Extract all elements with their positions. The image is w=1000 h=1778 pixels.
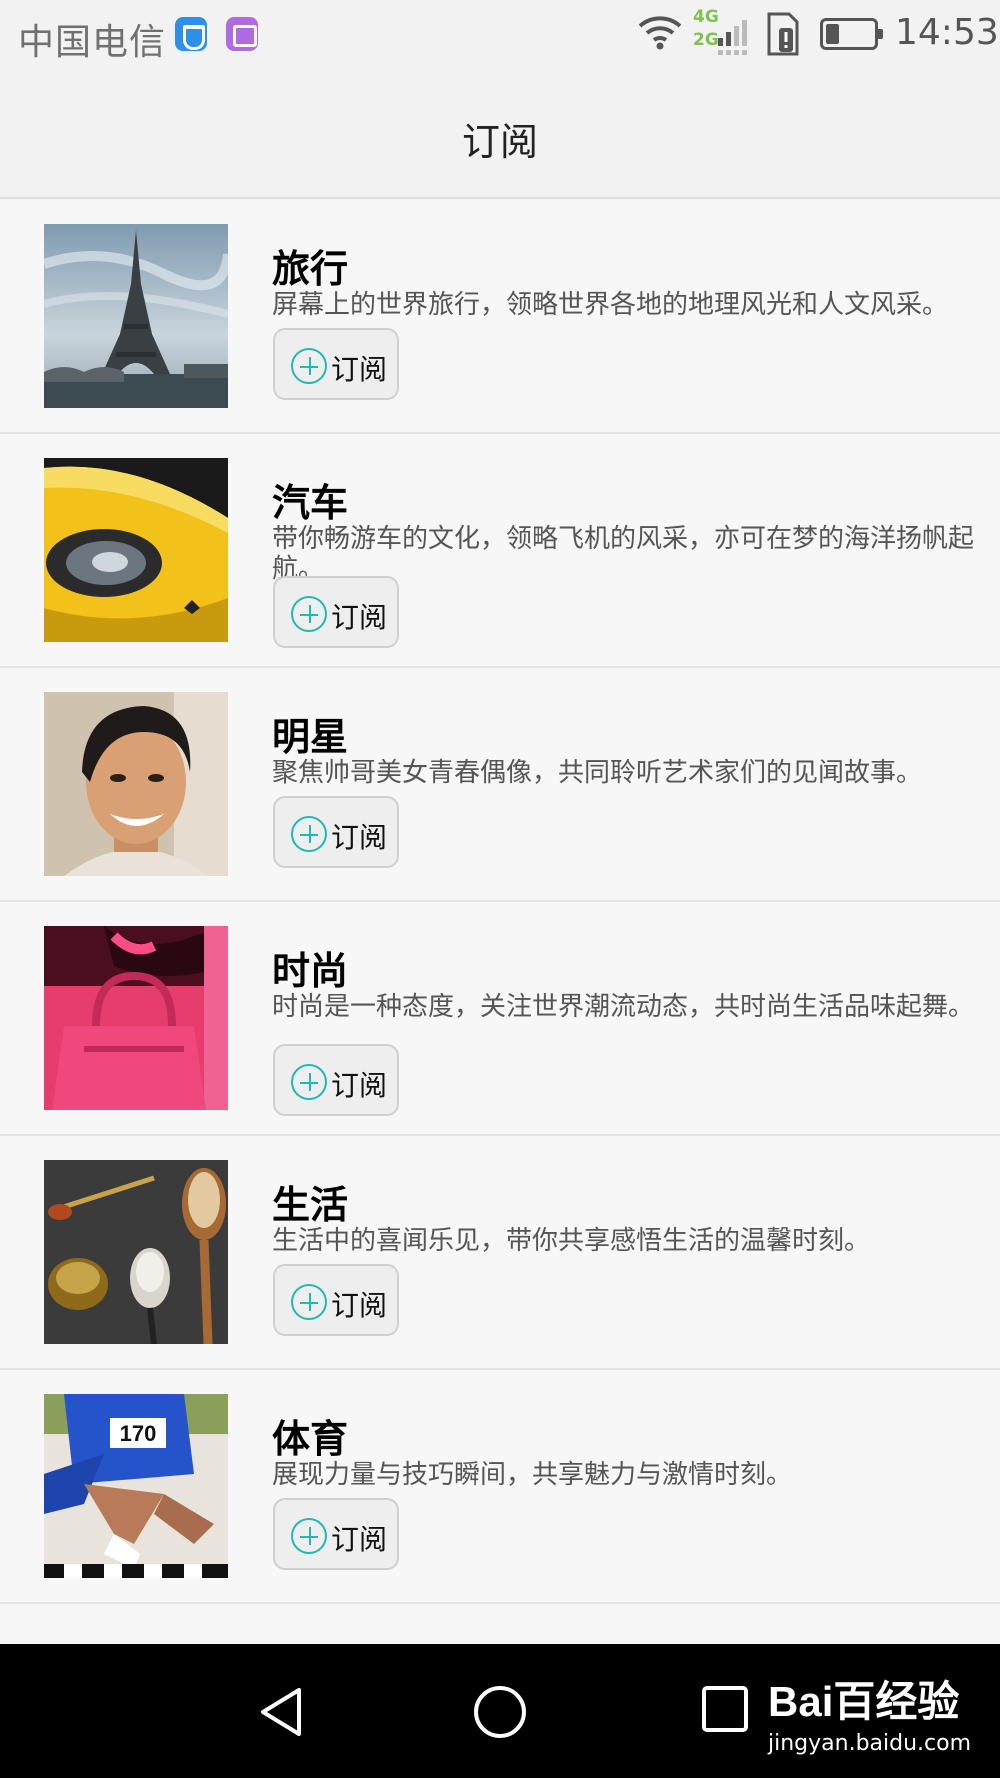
- item-title: 汽车: [272, 481, 349, 525]
- subscribe-button-label: 订阅: [331, 1069, 388, 1102]
- baidu-jingyan-watermark: Bai百经验 jingyan.baidu.com: [768, 1668, 971, 1756]
- list-item-fashion[interactable]: 时尚 时尚是一种态度，关注世界潮流动态，共时尚生活品味起舞。 订阅: [0, 902, 1000, 1136]
- battery-icon: [820, 18, 883, 50]
- plus-circle-icon: [291, 1518, 327, 1554]
- subscribe-button[interactable]: 订阅: [273, 1498, 399, 1570]
- fashion-thumbnail: [44, 926, 228, 1110]
- wifi-icon: [638, 16, 682, 50]
- network-2g-label: 2G: [693, 30, 719, 50]
- sim-card-icon: [767, 12, 799, 56]
- title-bar: 订阅: [0, 68, 1000, 199]
- plus-circle-icon: [291, 596, 327, 632]
- item-title: 体育: [272, 1417, 349, 1461]
- carrier-name: 中国电信: [18, 22, 167, 63]
- subscription-list: 旅行 屏幕上的世界旅行，领略世界各地的地理风光和人文风采。 订阅 汽车 带你畅游…: [0, 200, 1000, 1604]
- plus-circle-icon: [291, 1284, 327, 1320]
- subscribe-button[interactable]: 订阅: [273, 328, 399, 400]
- cars-thumbnail: [44, 458, 228, 642]
- item-description: 生活中的喜闻乐见，带你共享感悟生活的温馨时刻。: [272, 1226, 871, 1256]
- status-bar: 中国电信 4G 2G 14:53: [0, 0, 1000, 68]
- plus-circle-icon: [291, 816, 327, 852]
- travel-thumbnail: [44, 224, 228, 408]
- item-description: 展现力量与技巧瞬间，共享魅力与激情时刻。: [272, 1460, 793, 1490]
- watermark-logo: Bai百经验: [768, 1678, 960, 1725]
- page-title: 订阅: [461, 120, 538, 164]
- signal-strength-icon: [718, 20, 747, 55]
- clock: 14:53: [895, 12, 999, 53]
- subscribe-button-label: 订阅: [331, 1523, 388, 1556]
- back-triangle-icon[interactable]: [253, 1684, 309, 1740]
- item-title: 明星: [272, 715, 349, 759]
- sports-thumbnail: 170: [44, 1394, 228, 1578]
- navigation-bar: Bai百经验 jingyan.baidu.com: [0, 1644, 1000, 1778]
- subscribe-button[interactable]: 订阅: [273, 1044, 399, 1116]
- subscribe-button-label: 订阅: [331, 601, 388, 634]
- item-description: 聚焦帅哥美女青春偶像，共同聆听艺术家们的见闻故事。: [272, 758, 923, 788]
- subscribe-button-label: 订阅: [331, 821, 388, 854]
- item-description: 带你畅游车的文化，领略飞机的风采，亦可在梦的海洋扬帆起航。: [272, 524, 975, 584]
- home-circle-icon[interactable]: [472, 1684, 528, 1740]
- item-description: 时尚是一种态度，关注世界潮流动态，共时尚生活品味起舞。: [272, 992, 975, 1022]
- bib-number: 170: [120, 1421, 157, 1446]
- item-title: 时尚: [272, 949, 349, 993]
- item-title: 生活: [272, 1183, 349, 1227]
- subscribe-button-label: 订阅: [331, 353, 388, 386]
- network-type: 4G 2G: [693, 6, 719, 52]
- celebrities-thumbnail: [44, 692, 228, 876]
- list-item-travel[interactable]: 旅行 屏幕上的世界旅行，领略世界各地的地理风光和人文风采。 订阅: [0, 200, 1000, 434]
- plus-circle-icon: [291, 348, 327, 384]
- watermark-url: jingyan.baidu.com: [768, 1731, 972, 1756]
- list-item-celebrities[interactable]: 明星 聚焦帅哥美女青春偶像，共同聆听艺术家们的见闻故事。 订阅: [0, 668, 1000, 902]
- security-shield-icon: [175, 17, 207, 51]
- list-item-life[interactable]: 生活 生活中的喜闻乐见，带你共享感悟生活的温馨时刻。 订阅: [0, 1136, 1000, 1370]
- plus-circle-icon: [291, 1064, 327, 1100]
- network-4g-label: 4G: [693, 7, 719, 27]
- list-item-cars[interactable]: 汽车 带你畅游车的文化，领略飞机的风采，亦可在梦的海洋扬帆起航。 订阅: [0, 434, 1000, 668]
- subscribe-button-label: 订阅: [331, 1289, 388, 1322]
- item-title: 旅行: [272, 247, 349, 291]
- subscribe-button[interactable]: 订阅: [273, 1264, 399, 1336]
- gallery-notification-icon: [226, 17, 258, 51]
- list-item-sports[interactable]: 170 体育 展现力量与技巧瞬间，共享魅力与激情时刻。 订阅: [0, 1370, 1000, 1604]
- life-thumbnail: [44, 1160, 228, 1344]
- subscribe-button[interactable]: 订阅: [273, 576, 399, 648]
- subscribe-button[interactable]: 订阅: [273, 796, 399, 868]
- item-description: 屏幕上的世界旅行，领略世界各地的地理风光和人文风采。: [272, 290, 949, 320]
- recent-apps-square-icon[interactable]: [700, 1684, 750, 1734]
